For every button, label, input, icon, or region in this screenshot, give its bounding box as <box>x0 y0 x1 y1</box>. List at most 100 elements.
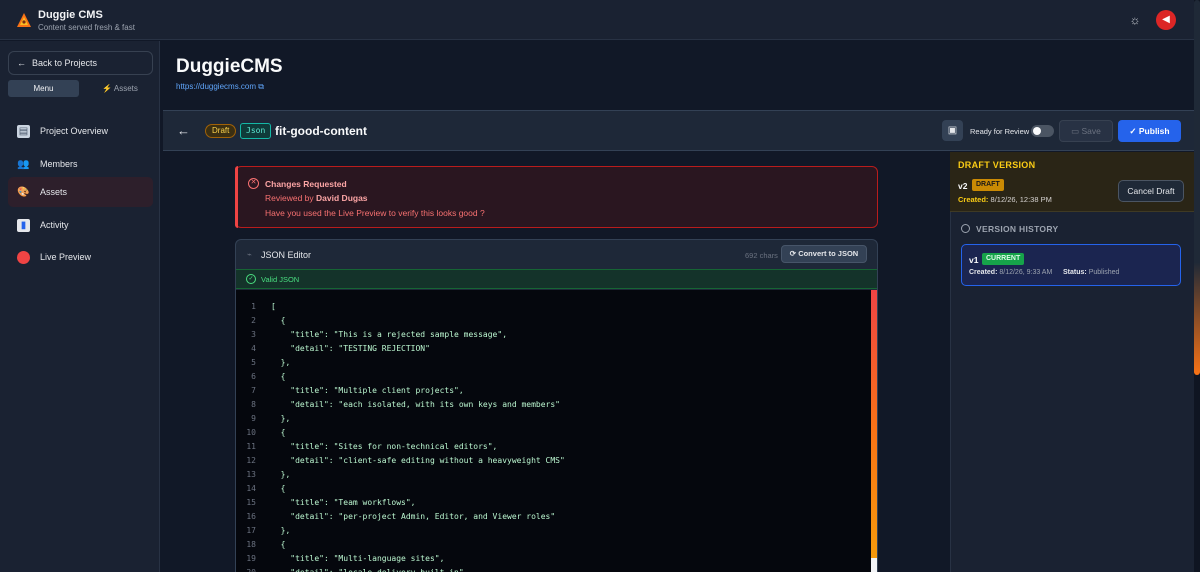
line-number: 8 <box>251 400 256 409</box>
line-number: 14 <box>246 484 256 493</box>
changes-message: Have you used the Live Preview to verify… <box>265 208 485 218</box>
line-number: 6 <box>251 372 256 381</box>
entry-title: fit-good-content <box>275 124 367 138</box>
line-number: 18 <box>246 540 256 549</box>
valid-json-bar <box>236 269 877 289</box>
reviewer-name: David Dugas <box>316 193 368 203</box>
code-line[interactable]: 15 "title": "Team workflows", <box>236 496 866 510</box>
code-editor[interactable]: 1[2 {3 "title": "This is a rejected samp… <box>236 290 877 572</box>
code-line[interactable]: 20 "detail": "locale delivery built in" <box>236 566 866 572</box>
line-number: 13 <box>246 470 256 479</box>
code-line[interactable]: 19 "title": "Multi-language sites", <box>236 552 866 566</box>
code-line[interactable]: 8 "detail": "each isolated, with its own… <box>236 398 866 412</box>
code-line[interactable]: 11 "title": "Sites for non-technical edi… <box>236 440 866 454</box>
code-line[interactable]: 3 "title": "This is a rejected sample me… <box>236 328 866 342</box>
code-line[interactable]: 4 "detail": "TESTING REJECTION" <box>236 342 866 356</box>
sidebar-item-activity[interactable]: ▮ Activity <box>8 210 153 240</box>
line-number: 11 <box>246 442 256 451</box>
line-content: { <box>271 372 286 381</box>
line-number: 2 <box>251 316 256 325</box>
sidebar-item-label: Assets <box>40 187 68 197</box>
code-scrollbar[interactable] <box>871 290 877 572</box>
version-created: Created: 8/12/26, 9:33 AM <box>969 269 1052 276</box>
code-line[interactable]: 12 "detail": "client-safe editing withou… <box>236 454 866 468</box>
sidebar-item-label: Project Overview <box>40 126 109 136</box>
line-number: 9 <box>251 414 256 423</box>
avatar[interactable]: ◀ <box>1156 10 1176 30</box>
code-line[interactable]: 7 "title": "Multiple client projects", <box>236 384 866 398</box>
draft-version-number: v2 <box>958 181 968 191</box>
line-content: }, <box>271 526 291 535</box>
line-content: "detail": "per-project Admin, Editor, an… <box>271 512 556 521</box>
sidebar-item-members[interactable]: 👥 Members <box>8 149 153 179</box>
save-button[interactable]: ▭ Save <box>1059 120 1113 142</box>
code-line[interactable]: 5 }, <box>236 356 866 370</box>
line-content: "title": "Team workflows", <box>271 498 416 507</box>
line-content: { <box>271 484 286 493</box>
back-to-projects-button[interactable]: ← Back to Projects <box>8 51 153 75</box>
code-line[interactable]: 9 }, <box>236 412 866 426</box>
json-editor-title: JSON Editor <box>261 250 312 260</box>
save-icon: ▭ <box>1071 126 1080 136</box>
line-number: 17 <box>246 526 256 535</box>
draft-version-header: DRAFT VERSION <box>958 160 1036 170</box>
refresh-icon: ⟳ <box>789 249 797 258</box>
line-number: 7 <box>251 386 256 395</box>
lightning-icon: ⚡ <box>102 84 113 93</box>
back-to-projects-label: Back to Projects <box>32 58 98 68</box>
line-content: { <box>271 428 286 437</box>
code-line[interactable]: 16 "detail": "per-project Admin, Editor,… <box>236 510 866 524</box>
tab-menu[interactable]: Menu <box>8 80 79 97</box>
code-line[interactable]: 17 }, <box>236 524 866 538</box>
check-icon: ✓ <box>1129 126 1137 136</box>
version-status-value: Published <box>1088 269 1120 276</box>
code-line[interactable]: 14 { <box>236 482 866 496</box>
line-number: 1 <box>251 302 256 311</box>
clipboard-icon[interactable]: ▣ <box>942 120 963 141</box>
draft-created-value: 8/12/26, 12:38 PM <box>990 195 1052 204</box>
x-circle-icon: ✕ <box>248 178 259 189</box>
top-bar <box>0 0 1194 40</box>
line-content: { <box>271 540 286 549</box>
duggie-logo-icon[interactable] <box>16 12 32 28</box>
alert-stripe <box>235 166 238 228</box>
line-content: }, <box>271 414 291 423</box>
page-scrollbar-thumb[interactable] <box>1194 0 1200 375</box>
sidebar-item-live-preview[interactable]: Live Preview <box>8 242 153 272</box>
ready-for-review-label: Ready for Review <box>970 127 1030 136</box>
arrow-left-icon: ← <box>17 58 26 68</box>
cancel-draft-button[interactable]: Cancel Draft <box>1118 180 1184 202</box>
tab-assets[interactable]: ⚡ Assets <box>87 80 153 97</box>
sun-icon[interactable]: ☼ <box>1127 12 1143 28</box>
sidebar-item-assets[interactable]: 🎨 Assets <box>8 177 153 207</box>
version-created-value: 8/12/26, 9:33 AM <box>999 269 1053 276</box>
convert-to-json-button[interactable]: ⟳ Convert to JSON <box>781 245 867 263</box>
line-number: 19 <box>246 554 256 563</box>
sidebar-item-project-overview[interactable]: ▤ Project Overview <box>8 116 153 146</box>
sidebar-item-label: Members <box>40 159 78 169</box>
code-line[interactable]: 1[ <box>236 300 866 314</box>
char-count: 692 chars <box>745 251 778 260</box>
code-scrollbar-track <box>871 558 877 572</box>
code-line[interactable]: 13 }, <box>236 468 866 482</box>
line-content: "title": "Sites for non-technical editor… <box>271 442 498 451</box>
line-number: 16 <box>246 512 256 521</box>
line-number: 4 <box>251 344 256 353</box>
line-number: 3 <box>251 330 256 339</box>
line-content: "detail": "client-safe editing without a… <box>271 456 565 465</box>
line-content: }, <box>271 470 291 479</box>
changes-reviewer: Reviewed by David Dugas <box>265 193 368 203</box>
publish-button[interactable]: ✓ Publish <box>1118 120 1181 142</box>
line-content: "title": "This is a rejected sample mess… <box>271 330 508 339</box>
code-line[interactable]: 18 { <box>236 538 866 552</box>
code-line[interactable]: 6 { <box>236 370 866 384</box>
arrow-left-icon[interactable]: ← <box>177 123 190 138</box>
code-line[interactable]: 10 { <box>236 426 866 440</box>
version-card-v1[interactable] <box>961 244 1181 286</box>
code-line[interactable]: 2 { <box>236 314 866 328</box>
line-content: "title": "Multiple client projects", <box>271 386 464 395</box>
reviewed-by-label: Reviewed by <box>265 193 314 203</box>
line-content: "detail": "each isolated, with its own k… <box>271 400 560 409</box>
project-url-link[interactable]: https://duggiecms.com ⧉ <box>176 82 264 92</box>
draft-created-label: Created: <box>958 195 989 204</box>
